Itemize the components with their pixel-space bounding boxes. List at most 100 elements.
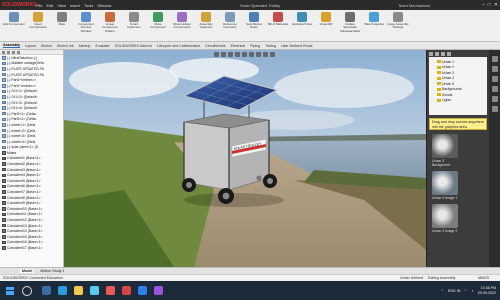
update-speedpak-subassemblies-button[interactable]: Update Speedpak Subassemblies: [339, 12, 361, 39]
mate-icon: [2, 212, 6, 217]
ribbon-button-label: Smart Fasteners: [127, 22, 141, 30]
filter-icon[interactable]: [17, 50, 20, 54]
previous-view-icon[interactable]: [228, 52, 233, 57]
scene-thumbnail[interactable]: Urban 3 Image 2: [432, 204, 462, 233]
forward-icon[interactable]: [435, 51, 439, 56]
graphics-area[interactable]: SOLAR TROLLEY: [64, 50, 426, 267]
zoom-area-icon[interactable]: [221, 52, 226, 57]
tab-evaluate[interactable]: Evaluate: [96, 44, 110, 48]
tree-mate-item[interactable]: Coincident17 (Base<1>: [0, 245, 63, 251]
tab-assembly[interactable]: Assembly: [3, 43, 20, 48]
scene-thumbnail[interactable]: Urban 3 Image 1: [432, 171, 462, 200]
tab-sketch-ink[interactable]: Sketch Ink: [57, 44, 74, 48]
move-component-button[interactable]: Move Component: [147, 12, 169, 39]
mail-icon[interactable]: [138, 286, 147, 295]
insert-components-button[interactable]: Insert Components: [27, 12, 49, 39]
feature-tree-icon[interactable]: [2, 50, 5, 54]
tab-motion-study[interactable]: Motion Study 1: [40, 269, 64, 273]
chrome-icon[interactable]: [106, 286, 115, 295]
tree-item-label: Coincident2 (Base<1>: [7, 162, 41, 167]
assembly-features-button[interactable]: Assembly Features: [195, 12, 217, 39]
show-hidden-components-button[interactable]: Show Hidden Components: [171, 12, 193, 39]
store-icon[interactable]: [90, 286, 99, 295]
menu-insert[interactable]: Insert: [70, 3, 80, 8]
hide-show-icon[interactable]: [256, 52, 261, 57]
photos-icon[interactable]: [154, 286, 163, 295]
tab-electrical[interactable]: Electrical: [231, 44, 246, 48]
menu-file[interactable]: File: [36, 3, 42, 8]
up-arrow-icon[interactable]: ⌃: [441, 289, 444, 293]
start-button[interactable]: [6, 286, 14, 295]
zoom-fit-icon[interactable]: [214, 52, 219, 57]
part-icon: [2, 67, 6, 71]
refresh-icon[interactable]: [447, 51, 451, 56]
instant3d-button[interactable]: Instant3D: [315, 12, 337, 39]
back-icon[interactable]: [429, 51, 433, 56]
tab-model[interactable]: Model: [20, 269, 35, 273]
design-library-tab-icon[interactable]: [492, 66, 498, 72]
view-palette-tab-icon[interactable]: [492, 86, 498, 92]
tab-sketch[interactable]: Sketch: [41, 44, 52, 48]
component-preview-window-button[interactable]: Component Preview Window: [75, 12, 97, 39]
linear-component-pattern-button[interactable]: Linear Component Pattern: [99, 12, 121, 39]
section-view-icon[interactable]: [235, 52, 240, 57]
maximize-button[interactable]: □: [488, 2, 491, 8]
wheel-front-right[interactable]: [218, 188, 234, 204]
smart-fasteners-button[interactable]: Smart Fasteners: [123, 12, 145, 39]
search-icon[interactable]: [22, 285, 32, 296]
user-name[interactable]: Team Mechanicus: [398, 3, 430, 8]
file-explorer-tab-icon[interactable]: [492, 76, 498, 82]
resources-tab-icon[interactable]: [492, 56, 498, 62]
wheel-front-left[interactable]: [182, 178, 196, 192]
status-units[interactable]: MMGS: [478, 276, 489, 280]
solidworks-icon[interactable]: [122, 286, 131, 295]
view-orientation-icon[interactable]: [242, 52, 247, 57]
wheel-rear-right[interactable]: [263, 174, 277, 188]
home-icon[interactable]: [441, 51, 445, 56]
property-icon[interactable]: [7, 50, 10, 54]
menu-tools[interactable]: Tools: [84, 3, 93, 8]
solidworks-logo[interactable]: SOLIDWORKS: [2, 1, 36, 9]
tab-circuitworks[interactable]: CircuitWorks: [205, 44, 225, 48]
custom-properties-tab-icon[interactable]: [492, 106, 498, 112]
tab-solidworks-add-ins[interactable]: SOLIDWORKS Add-Ins: [115, 44, 153, 48]
tab-layout[interactable]: Layout: [25, 44, 36, 48]
take-snapshot-button[interactable]: Take Snapshot: [363, 12, 385, 39]
reference-geometry-button[interactable]: Reference Geometry: [219, 12, 241, 39]
wifi-icon[interactable]: ◠: [464, 289, 467, 293]
tab-piping[interactable]: Piping: [250, 44, 260, 48]
bill-of-materials-button[interactable]: Bill of Materials: [267, 12, 289, 39]
config-icon[interactable]: [12, 50, 15, 54]
menu-edit[interactable]: Edit: [46, 3, 53, 8]
new-motion-study-button[interactable]: New Motion Study: [243, 12, 265, 39]
caster-wheel[interactable]: [256, 175, 262, 181]
menu-window[interactable]: Window: [97, 3, 111, 8]
edge-icon[interactable]: [58, 286, 67, 295]
language-indicator[interactable]: ENG IN: [448, 289, 460, 293]
tree-item-label: Coincident14 (Base<1>: [7, 229, 43, 234]
tab-markup[interactable]: Markup: [79, 44, 91, 48]
scene-thumbnail[interactable]: Urban 3 Background: [432, 134, 462, 167]
clock[interactable]: 10:36 PM 29-09-2022: [478, 286, 496, 295]
volume-icon[interactable]: ◖: [471, 289, 473, 293]
close-button[interactable]: ✕: [494, 2, 498, 8]
tree-item-label: Coincident7 (Base<1>: [7, 190, 41, 195]
mate-button[interactable]: Mate: [51, 12, 73, 39]
tab-user-defined-route[interactable]: User Defined Route: [281, 44, 313, 48]
folder-icon: [437, 82, 441, 86]
minimize-button[interactable]: –: [482, 2, 485, 8]
edit-appearance-icon[interactable]: [263, 52, 268, 57]
edit-component-button[interactable]: Edit Component: [3, 12, 25, 39]
exploded-view-button[interactable]: Exploded View: [291, 12, 313, 39]
large-assembly-settings-button[interactable]: Large Assembly Settings: [387, 12, 409, 39]
display-style-icon[interactable]: [249, 52, 254, 57]
status-editing: Editing Assembly: [428, 276, 456, 280]
folder-lights[interactable]: Lights: [429, 98, 487, 104]
tab-lifecycle-and-collaboration[interactable]: Lifecycle and Collaboration: [157, 44, 200, 48]
menu-view[interactable]: View: [57, 3, 66, 8]
tab-tubing[interactable]: Tubing: [265, 44, 276, 48]
apply-scene-icon[interactable]: [270, 52, 275, 57]
taskview-icon[interactable]: [42, 286, 51, 295]
explorer-icon[interactable]: [74, 286, 83, 295]
appearances-tab-icon[interactable]: [492, 96, 498, 102]
